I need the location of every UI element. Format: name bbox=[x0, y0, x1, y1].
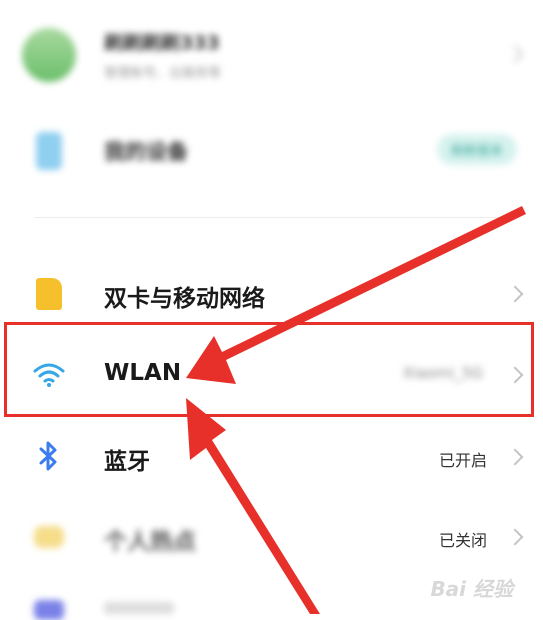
arrow-lower bbox=[186, 398, 320, 614]
annotation-arrows bbox=[186, 206, 526, 614]
arrow-upper bbox=[186, 206, 526, 384]
watermark: Bai 经验 bbox=[430, 577, 513, 601]
